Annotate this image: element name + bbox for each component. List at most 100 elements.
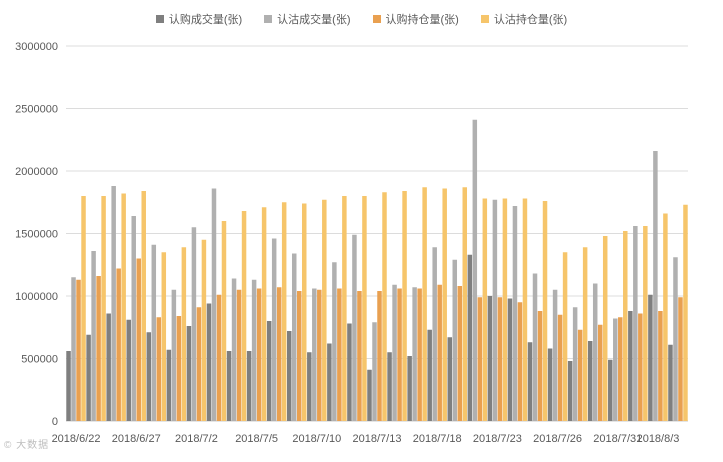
chart: 认购成交量(张) 认沽成交量(张) 认购持仓量(张) 认沽持仓量(张) 0 500000… (0, 0, 723, 457)
bar (146, 332, 152, 421)
x-tick-label: 2018/7/5 (235, 433, 278, 445)
bar (542, 201, 548, 421)
bar (276, 287, 282, 421)
bar (251, 279, 257, 421)
y-tick-label: 2000000 (15, 166, 58, 178)
bar (271, 238, 277, 421)
bar (512, 206, 518, 421)
watermark: © 大数据 (4, 440, 50, 451)
bar (357, 291, 362, 421)
x-tick-label: 2018/7/26 (533, 433, 582, 445)
bar (71, 277, 76, 421)
legend-swatch (372, 15, 381, 23)
bar (337, 288, 342, 421)
bar (648, 294, 653, 421)
bar (552, 289, 558, 421)
bar (507, 298, 513, 421)
bar (472, 119, 478, 421)
bar (572, 307, 578, 421)
bar (86, 334, 91, 421)
bar (613, 318, 618, 421)
bar (432, 247, 437, 421)
bar (291, 253, 297, 421)
bar (608, 359, 613, 421)
bar (562, 252, 568, 421)
legend-item: 认沽成交量(张) (264, 11, 351, 27)
x-tick-label: 2018/8/3 (637, 433, 680, 445)
bar (422, 187, 427, 421)
bar (347, 323, 352, 421)
bar (206, 303, 212, 421)
legend-label: 认购成交量(张) (168, 14, 243, 26)
x-tick-label: 2018/7/2 (175, 433, 218, 445)
bar (246, 351, 252, 421)
bar (638, 313, 643, 421)
bar (96, 276, 101, 421)
bar (442, 188, 447, 421)
bar (597, 324, 603, 421)
bar (387, 352, 392, 421)
bar (181, 247, 187, 421)
bar (191, 227, 197, 421)
legend-label: 认沽持仓量(张) (493, 14, 568, 26)
bar (352, 234, 357, 421)
bar (327, 343, 332, 421)
bar (226, 351, 232, 421)
bar (281, 202, 287, 421)
bar (497, 297, 503, 421)
bar (81, 196, 86, 421)
bar (196, 307, 202, 421)
bar (587, 341, 593, 421)
bar (166, 349, 172, 421)
x-tick-label: 2018/7/10 (292, 433, 341, 445)
bar (342, 196, 347, 421)
bar (457, 286, 463, 421)
bar (171, 289, 177, 421)
bar (372, 322, 377, 421)
bar (141, 191, 146, 421)
bar (332, 262, 337, 421)
x-tick-label: 2018/7/13 (353, 433, 402, 445)
bar (668, 344, 673, 421)
legend-swatch (155, 15, 164, 23)
bar (101, 196, 106, 421)
x-tick-label: 2018/7/31 (593, 433, 642, 445)
bar (266, 321, 272, 421)
bar (256, 288, 262, 421)
bar (417, 288, 422, 421)
bar (633, 226, 638, 421)
y-tick-label: 3000000 (15, 41, 58, 53)
bar (211, 188, 217, 421)
legend-swatch (480, 15, 489, 23)
bar (537, 311, 543, 421)
bar (678, 297, 683, 421)
bar (532, 273, 538, 421)
bar (482, 198, 488, 421)
bar (643, 226, 648, 421)
legend-label: 认沽成交量(张) (277, 14, 351, 26)
bar (131, 216, 136, 421)
bar (412, 287, 417, 421)
bar (487, 296, 493, 421)
bar (261, 207, 267, 421)
bar (221, 221, 227, 421)
bar (663, 213, 668, 421)
bar (402, 191, 407, 421)
x-tick-label: 2018/6/22 (52, 433, 101, 445)
bar (447, 337, 453, 421)
bar (467, 254, 473, 421)
bar (126, 319, 131, 421)
bar (522, 198, 528, 421)
bar (437, 284, 442, 421)
bar (136, 258, 141, 421)
bar (427, 329, 432, 421)
bar (582, 247, 588, 421)
bar (592, 283, 598, 421)
y-tick-label: 2500000 (15, 104, 58, 116)
bar (296, 291, 302, 421)
y-tick-label: 0 (52, 416, 58, 428)
legend: 认购成交量(张) 认沽成交量(张) 认购持仓量(张) 认沽持仓量(张) (0, 11, 723, 27)
bar (452, 259, 458, 421)
bar (517, 302, 523, 421)
bar (286, 331, 292, 421)
